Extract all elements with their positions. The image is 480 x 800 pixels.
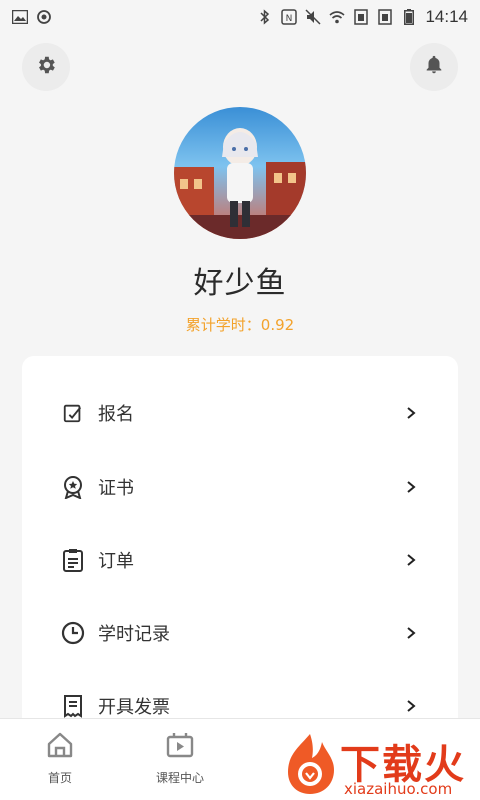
badge-icon [60, 474, 86, 500]
tab-home[interactable]: 首页 [15, 731, 105, 786]
receipt-icon [60, 693, 86, 719]
menu-item-study-records[interactable]: 学时记录 [22, 605, 458, 661]
clock-icon [60, 620, 86, 646]
tab-course-center[interactable]: 课程中心 [135, 731, 225, 786]
settings-button[interactable] [22, 43, 70, 91]
notification-button[interactable] [410, 43, 458, 91]
username: 好少鱼 [193, 266, 287, 301]
nfc-icon: N [281, 9, 298, 25]
menu-item-label: 学时记录 [98, 624, 170, 645]
course-icon [166, 731, 194, 763]
chevron-right-icon [404, 480, 418, 494]
chevron-right-icon [404, 699, 418, 713]
chevron-right-icon [404, 626, 418, 640]
status-bar: N 14:14 [0, 0, 480, 34]
tab-label: 课程中心 [155, 771, 204, 785]
image-icon [12, 9, 28, 25]
sim1-icon [353, 9, 369, 25]
menu-item-orders[interactable]: 订单 [22, 532, 458, 588]
bell-icon [423, 54, 445, 80]
sync-icon [36, 9, 52, 25]
watermark-url: xiazaihuo.com [344, 780, 453, 798]
menu-card: 报名 证书 订单 学时记录 开具发票 [22, 356, 458, 736]
clipboard-icon [60, 547, 86, 573]
study-hours: 累计学时：0.92 [185, 316, 295, 334]
sim2-icon [377, 9, 393, 25]
bluetooth-icon [257, 9, 273, 25]
menu-item-label: 订单 [98, 551, 134, 572]
chevron-right-icon [404, 406, 418, 420]
avatar[interactable] [174, 107, 306, 239]
watermark-logo: 下载火 xiazaihuo.com [282, 728, 480, 800]
tab-label: 首页 [47, 771, 72, 785]
wifi-icon [329, 9, 345, 25]
edit-icon [60, 400, 86, 426]
home-icon [46, 731, 74, 763]
menu-item-label: 报名 [98, 404, 134, 425]
battery-icon [401, 9, 417, 25]
chevron-right-icon [404, 553, 418, 567]
menu-item-certificate[interactable]: 证书 [22, 459, 458, 515]
menu-item-register[interactable]: 报名 [22, 385, 458, 441]
svg-text:N: N [286, 14, 293, 24]
clock-time: 14:14 [425, 7, 468, 26]
gear-icon [35, 54, 57, 80]
menu-item-label: 证书 [98, 478, 134, 499]
menu-item-label: 开具发票 [98, 697, 170, 718]
mute-icon [305, 9, 321, 25]
